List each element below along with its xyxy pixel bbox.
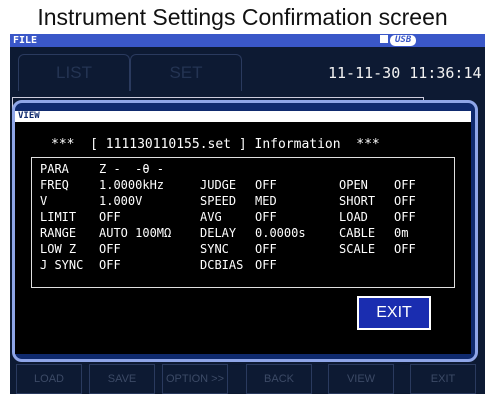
param-value: 1.000V [99,194,143,208]
view-button[interactable]: VIEW [328,364,394,394]
param-label: LIMIT [40,210,77,224]
bottom-button-bar: LOAD SAVE OPTION >> BACK VIEW EXIT [10,364,485,394]
view-title-bar: VIEW [15,111,471,122]
back-button[interactable]: BACK [246,364,312,394]
param-label: SPEED [200,194,237,208]
param-value: OFF [99,210,121,224]
usb-label: USB [390,35,417,46]
param-label: SHORT [339,194,376,208]
param-value: 0.0000s [255,226,306,240]
param-label: SCALE [339,242,376,256]
param-label: FREQ [40,178,69,192]
param-label: JUDGE [200,178,237,192]
param-label: RANGE [40,226,77,240]
param-label: V [40,194,48,208]
usb-icon [380,35,388,43]
param-value: MED [255,194,277,208]
file-bar: FILE USB [10,34,485,47]
param-value: OFF [394,242,416,256]
param-value: Z - -θ - [99,162,165,176]
param-value: OFF [394,210,416,224]
tab-set[interactable]: SET [130,54,242,91]
tab-list[interactable]: LIST [18,54,130,91]
param-label: AVG [200,210,222,224]
param-label: OPEN [339,178,368,192]
param-value: OFF [99,242,121,256]
param-value: OFF [255,258,277,272]
param-value: OFF [394,178,416,192]
info-title: *** [ 111130110155.set ] Information *** [51,137,380,152]
usb-indicator: USB [380,35,432,46]
param-value: 0m [394,226,409,240]
settings-table: PARA Z - -θ - FREQ 1.0000kHz JUDGE OFF O… [31,157,455,288]
param-label: LOW Z [40,242,77,256]
file-label: FILE [13,35,38,46]
param-label: LOAD [339,210,368,224]
option-button[interactable]: OPTION >> [162,364,228,394]
param-value: 1.0000kHz [99,178,165,192]
param-label: DELAY [200,226,237,240]
param-label: CABLE [339,226,376,240]
view-title: VIEW [18,111,40,121]
save-button[interactable]: SAVE [89,364,155,394]
param-value: OFF [255,242,277,256]
param-label: J SYNC [40,258,84,272]
load-button[interactable]: LOAD [16,364,82,394]
param-value: OFF [99,258,121,272]
datetime-display: 11-11-30 11:36:14 [328,64,482,82]
param-label: DCBIAS [200,258,244,272]
instrument-screen: FILE USB LIST SET 11-11-30 11:36:14 VIEW… [10,34,485,394]
exit-button[interactable]: EXIT [357,296,431,330]
param-value: OFF [255,210,277,224]
param-value: AUTO 100MΩ [99,226,172,240]
view-dialog-body: *** [ 111130110155.set ] Information ***… [15,122,471,354]
screen-caption: Instrument Settings Confirmation screen [37,4,448,30]
param-label: PARA [40,162,69,176]
param-value: OFF [394,194,416,208]
param-label: SYNC [200,242,229,256]
param-value: OFF [255,178,277,192]
exit-bottom-button[interactable]: EXIT [410,364,476,394]
